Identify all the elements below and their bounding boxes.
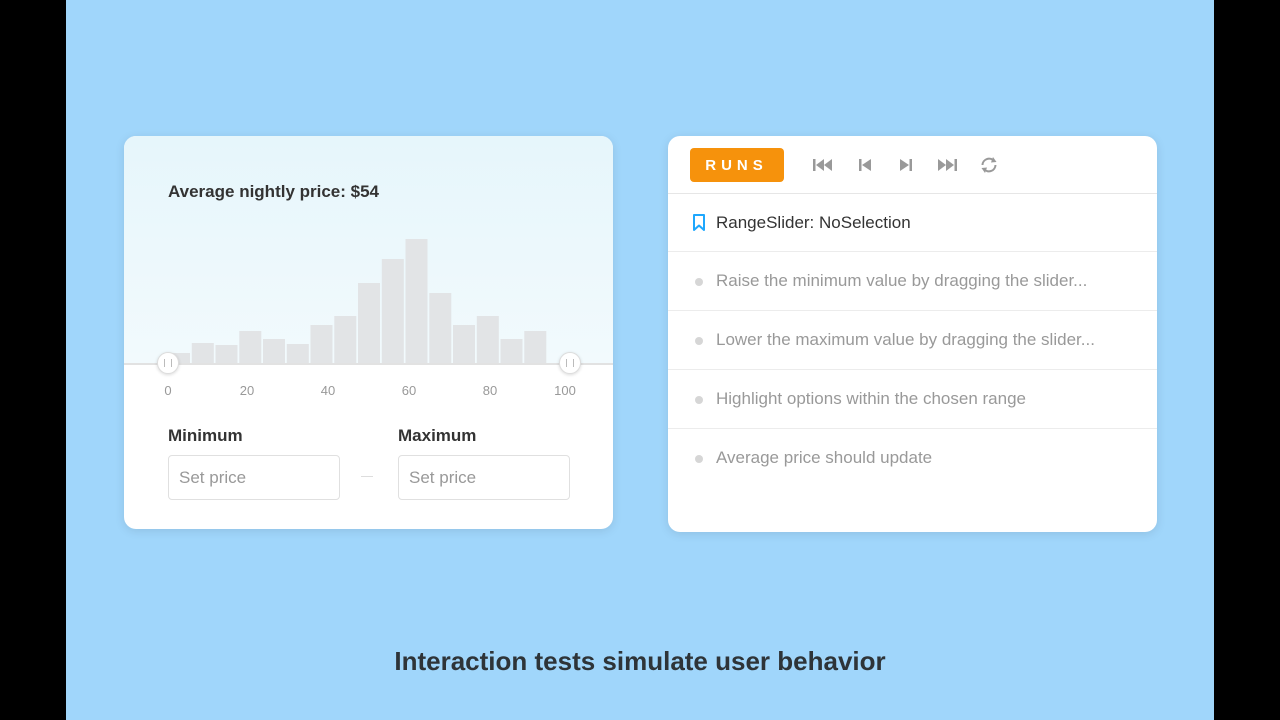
grip-icon	[164, 359, 172, 367]
story-title: RangeSlider: NoSelection	[716, 213, 911, 232]
histogram-bar	[239, 331, 262, 363]
range-separator	[361, 476, 373, 477]
axis-tick: 80	[482, 383, 498, 398]
histogram-bar	[358, 283, 380, 363]
pending-dot-icon	[695, 337, 703, 345]
runs-button[interactable]: RUNS	[690, 148, 784, 182]
pending-dot-icon	[695, 455, 703, 463]
step-row[interactable]: Average price should update	[668, 429, 1157, 488]
runner-toolbar: RUNS	[668, 136, 1157, 194]
axis-tick: 40	[320, 383, 336, 398]
minimum-price-input[interactable]	[168, 455, 340, 500]
histogram-bar	[453, 325, 475, 363]
step-text: Lower the maximum value by dragging the …	[716, 330, 1095, 349]
slider-max-handle[interactable]	[559, 352, 581, 374]
caption: Interaction tests simulate user behavior	[394, 646, 886, 676]
histogram-bar	[263, 339, 285, 363]
story-row[interactable]: RangeSlider: NoSelection	[668, 194, 1157, 252]
histogram-bar	[215, 345, 238, 363]
rerun-icon[interactable]	[978, 155, 1000, 175]
step-row[interactable]: Lower the maximum value by dragging the …	[668, 311, 1157, 370]
histogram-bar	[310, 325, 333, 363]
maximum-label: Maximum	[398, 426, 477, 445]
histogram-bar	[334, 316, 357, 363]
test-runner-panel: RUNS RangeSlider: NoSelection Raise the …	[668, 136, 1157, 532]
step-row[interactable]: Raise the minimum value by dragging the …	[668, 252, 1157, 311]
price-filter-card: Average nightly price: $54 0 20 40 60 80…	[124, 136, 613, 529]
histogram-bar	[191, 343, 214, 363]
histogram-bar	[524, 331, 547, 363]
histogram-bar	[429, 293, 452, 363]
step-row[interactable]: Highlight options within the chosen rang…	[668, 370, 1157, 429]
histogram-bar	[381, 259, 404, 363]
maximum-price-input[interactable]	[398, 455, 570, 500]
axis-tick: 60	[401, 383, 417, 398]
step-forward-icon[interactable]	[895, 155, 917, 175]
step-text: Highlight options within the chosen rang…	[716, 389, 1026, 408]
price-histogram	[168, 239, 547, 363]
histogram-bar	[500, 339, 523, 363]
minimum-label: Minimum	[168, 426, 243, 445]
step-back-icon[interactable]	[854, 155, 876, 175]
slider-min-handle[interactable]	[157, 352, 179, 374]
axis-tick: 20	[239, 383, 255, 398]
skip-to-start-icon[interactable]	[812, 155, 834, 175]
step-text: Raise the minimum value by dragging the …	[716, 271, 1088, 290]
histogram-bar	[476, 316, 499, 363]
skip-to-end-icon[interactable]	[936, 155, 958, 175]
step-text: Average price should update	[716, 448, 933, 467]
pending-dot-icon	[695, 278, 703, 286]
bookmark-icon	[693, 214, 705, 231]
histogram-bar	[405, 239, 428, 363]
axis-tick: 0	[164, 383, 172, 398]
grip-icon	[566, 359, 574, 367]
slider-track[interactable]	[124, 363, 613, 365]
axis-tick: 100	[554, 383, 576, 398]
stage: Average nightly price: $54 0 20 40 60 80…	[66, 0, 1214, 720]
pending-dot-icon	[695, 396, 703, 404]
histogram-bar	[286, 344, 309, 363]
